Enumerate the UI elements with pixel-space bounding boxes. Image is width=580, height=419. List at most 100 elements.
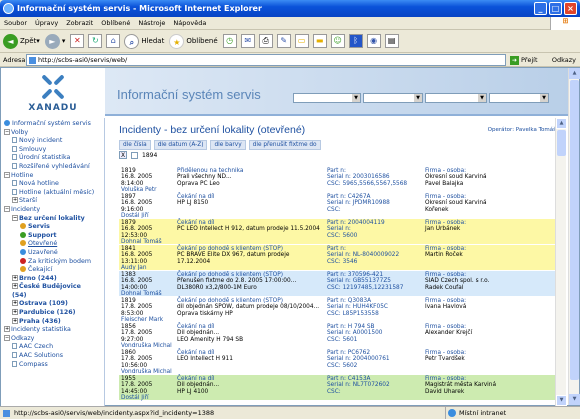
scroll-thumb[interactable] xyxy=(570,80,579,380)
scroll-thumb[interactable] xyxy=(557,130,566,156)
sidebar-item[interactable]: Rozšířené vyhledávání xyxy=(1,162,104,172)
tools-icon[interactable]: ▤ xyxy=(384,34,399,48)
sidebar-item[interactable]: + České Budějovice xyxy=(1,283,104,292)
incident-cell: Čekání na díl Dil objednán... LEO Amenity … xyxy=(177,324,323,343)
messenger-icon[interactable]: ☺ xyxy=(330,34,345,48)
scroll-down-icon[interactable]: ▼ xyxy=(556,395,567,406)
sidebar-item[interactable]: + Praha (436) xyxy=(1,317,104,327)
incident-line: DL380R0 x3,2/800-1M Euro xyxy=(177,284,257,291)
incident-row[interactable]: 1856 17.8. 2005 9:27:00 Vondruška Michal Če… xyxy=(119,322,558,349)
research-icon[interactable]: ◉ xyxy=(366,34,381,48)
sidebar-item[interactable]: − Volby xyxy=(1,128,104,138)
banner: Informační systém servis ▼ ▼ ▼ ▼ xyxy=(105,68,569,116)
sidebar-item[interactable]: + Pardubice (126) xyxy=(1,309,104,318)
back-button[interactable]: ◄ Zpět ▾ xyxy=(3,33,40,49)
sidebar-item[interactable]: + Starší xyxy=(1,197,104,206)
window-scrollbar[interactable]: ▲ ▼ xyxy=(568,68,580,405)
minimize-button[interactable]: _ xyxy=(534,2,547,15)
address-input[interactable]: http://scbs-asi0/servis/web/ xyxy=(26,54,506,66)
scroll-down-icon[interactable]: ▼ xyxy=(569,394,580,405)
menu-soubor[interactable]: Soubor xyxy=(4,19,27,27)
forward-button[interactable]: ► ▾ xyxy=(44,33,65,49)
sidebar-item[interactable]: AAC Solutions xyxy=(1,352,104,361)
incident-row[interactable]: 1897 16.8. 2005 9:16:00 Dostál Jiří Čekání … xyxy=(119,192,558,220)
search-button[interactable]: ⌕ Hledat xyxy=(124,33,164,49)
content-scrollbar[interactable]: ▲ ▼ xyxy=(555,118,567,406)
clear-filter-button[interactable]: X xyxy=(119,151,127,159)
links-button[interactable]: Odkazy xyxy=(552,54,576,66)
incident-row[interactable]: 1841 16.8. 2005 13:11:00 Audy Jan Čekání po… xyxy=(119,244,558,271)
mail-icon[interactable]: ✉ xyxy=(240,34,255,48)
scroll-up-icon[interactable]: ▲ xyxy=(569,68,580,79)
menu-nastroje[interactable]: Nástroje xyxy=(138,19,165,27)
maximize-button[interactable]: □ xyxy=(549,2,562,15)
incident-cell: Part n: C4267A Serial n: JPDMR10988 CSC: xyxy=(327,194,423,213)
discuss-icon[interactable]: ▭ xyxy=(294,34,309,48)
history-icon[interactable]: ◷ xyxy=(222,34,237,48)
sidebar-item[interactable]: Nový incident xyxy=(1,137,104,146)
home-icon[interactable]: ⌂ xyxy=(106,34,121,48)
refresh-icon[interactable]: ↻ xyxy=(88,34,103,48)
search-select-4[interactable]: ▼ xyxy=(489,93,549,103)
incident-row[interactable]: 1860 17.8. 2005 10:56:00 Vondruška Michal Č… xyxy=(119,348,558,375)
sidebar-item[interactable]: (54) xyxy=(1,292,104,301)
sidebar-item[interactable]: − Hotline xyxy=(1,171,104,181)
search-select-2[interactable]: ▼ xyxy=(363,93,423,103)
sidebar-item[interactable]: + Ostrava (109) xyxy=(1,300,104,309)
menu-napoveda[interactable]: Nápověda xyxy=(173,19,206,27)
sidebar-item[interactable]: Čekající xyxy=(1,266,104,275)
menu-oblibene[interactable]: Oblíbené xyxy=(101,19,130,27)
scroll-up-icon[interactable]: ▲ xyxy=(556,118,567,129)
favorites-label: Oblíbené xyxy=(186,37,218,45)
sidebar-item-label: Support xyxy=(28,231,57,239)
sidebar-item[interactable]: Nová hotline xyxy=(1,180,104,189)
sidebar-item[interactable]: Otevřené xyxy=(1,240,104,249)
sidebar-item[interactable]: Hotline (aktuální měsíc) xyxy=(1,188,104,198)
sidebar-item[interactable]: + Incidenty statistika xyxy=(1,326,104,335)
address-bar: Adresa http://scbs-asi0/servis/web/ ➜ Pře… xyxy=(0,53,580,67)
print-icon[interactable]: ⎙ xyxy=(258,34,273,48)
stop-icon[interactable]: ✕ xyxy=(70,34,85,48)
sidebar-item[interactable]: − Bez určení lokality xyxy=(1,214,104,224)
folder-icon[interactable]: ▬ xyxy=(312,34,327,48)
incident-cell: 1897 16.8. 2005 9:16:00 Dostál Jiří xyxy=(121,194,175,220)
incident-cell: 1819 16.8. 2005 8:14:00 Voluška Petr xyxy=(121,168,175,194)
sidebar-item[interactable]: Úrodní statistika xyxy=(1,154,104,163)
bluetooth-icon[interactable]: ᛒ xyxy=(348,34,363,48)
sidebar-item[interactable]: Servis xyxy=(1,223,104,232)
incident-row[interactable]: 1819 17.8. 2005 8:53:00 Fleischer Mark Čeká… xyxy=(119,296,558,323)
incident-row[interactable]: 1383 16.8. 2005 14:00:00 Dohnal Tomáš Čekán… xyxy=(119,270,558,297)
sort-by-fixtime[interactable]: dle přenušit fixtme do xyxy=(248,140,321,150)
sidebar-item[interactable]: Za kritickým bodem xyxy=(1,257,104,267)
sidebar-item[interactable]: Informační systém servis xyxy=(1,120,104,129)
sort-by-number[interactable]: dle čísla xyxy=(119,140,151,150)
sort-by-date[interactable]: dle datum (A-Z) xyxy=(153,140,208,150)
incident-row[interactable]: 1819 16.8. 2005 8:14:00 Voluška Petr Přiděl… xyxy=(119,166,558,194)
sort-by-color[interactable]: dle barvy xyxy=(210,140,246,150)
menu-upravy[interactable]: Úpravy xyxy=(35,19,58,27)
incident-cell: 1955 17.8. 2005 14:45:00 Dostál Jiří xyxy=(121,376,175,402)
internet-explorer-icon xyxy=(3,3,14,14)
edit-icon[interactable]: ✎ xyxy=(276,34,291,48)
close-button[interactable]: × xyxy=(564,2,577,15)
menu-zobrazit[interactable]: Zobrazit xyxy=(66,19,93,27)
incident-row[interactable]: 1879 16.8. 2005 12:53:00 Dohnal Tomáš Čekán… xyxy=(119,218,558,245)
filter-checkbox[interactable] xyxy=(131,151,138,159)
page-title: Incidenty - bez určení lokality (otevřen… xyxy=(119,124,306,136)
sidebar-item[interactable]: Compass xyxy=(1,360,104,370)
sidebar-item[interactable]: AAC Czech xyxy=(1,343,104,352)
sidebar-item[interactable]: − Odkazy xyxy=(1,334,104,344)
status-bar: http://scbs-asi0/servis/web/incidenty.as… xyxy=(0,406,580,419)
sidebar-item[interactable]: Uzavřené xyxy=(1,248,104,258)
incident-row[interactable]: 1955 17.8. 2005 14:45:00 Dostál Jiří Čekání… xyxy=(119,374,558,402)
incident-line: CSC: 5601 xyxy=(327,336,358,343)
search-select-3[interactable]: ▼ xyxy=(425,93,487,103)
go-button[interactable]: ➜ Přejít xyxy=(510,54,538,66)
browser-toolbar: ◄ Zpět ▾ ► ▾ ✕ ↻ ⌂ ⌕ Hledat ★ Oblíbené ◷ ✉ ⎙… xyxy=(0,30,580,53)
favorites-button[interactable]: ★ Oblíbené xyxy=(169,33,218,49)
sidebar-item-label: Starší xyxy=(19,197,37,205)
incident-line: CSC: L85P153558 xyxy=(327,310,379,317)
search-select-1[interactable]: ▼ xyxy=(293,93,361,103)
sidebar-item[interactable]: + Brno (244) xyxy=(1,274,104,284)
sidebar-item[interactable]: − Incidenty xyxy=(1,205,104,215)
